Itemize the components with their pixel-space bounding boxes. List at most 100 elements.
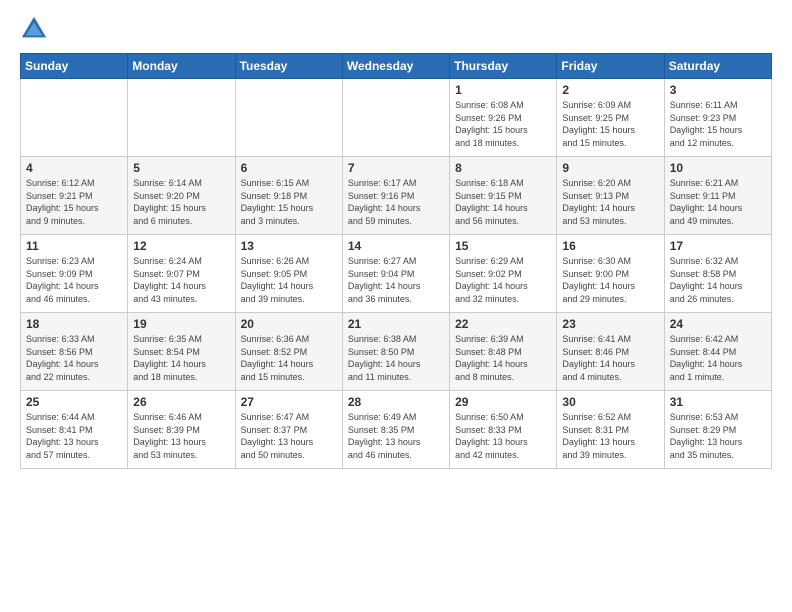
week-row-0: 1Sunrise: 6:08 AM Sunset: 9:26 PM Daylig… [21,79,772,157]
day-number: 6 [241,161,337,175]
day-cell: 29 Sunrise: 6:50 AM Sunset: 8:33 PM Dayli… [450,391,557,469]
header-cell-wednesday: Wednesday [342,54,449,79]
day-number: 17 [670,239,766,253]
day-info: Sunrise: 6:36 AM Sunset: 8:52 PM Dayligh… [241,333,337,383]
day-cell: 25Sunrise: 6:44 AM Sunset: 8:41 PM Dayli… [21,391,128,469]
day-number: 26 [133,395,229,409]
calendar-body: 1Sunrise: 6:08 AM Sunset: 9:26 PM Daylig… [21,79,772,469]
day-number: 13 [241,239,337,253]
day-cell: 13 Sunrise: 6:26 AM Sunset: 9:05 PM Dayli… [235,235,342,313]
day-number: 12 [133,239,229,253]
day-number: 14 [348,239,444,253]
day-cell: 5Sunrise: 6:14 AM Sunset: 9:20 PM Daylig… [128,157,235,235]
day-info: Sunrise: 6:50 AM Sunset: 8:33 PM Dayligh… [455,411,551,461]
day-number: 3 [670,83,766,97]
page: SundayMondayTuesdayWednesdayThursdayFrid… [0,0,792,612]
day-cell: 19Sunrise: 6:35 AM Sunset: 8:54 PM Dayli… [128,313,235,391]
day-number: 18 [26,317,122,331]
day-cell: 24 Sunrise: 6:42 AM Sunset: 8:44 PM Dayli… [664,313,771,391]
day-info: Sunrise: 6:33 AM Sunset: 8:56 PM Dayligh… [26,333,122,383]
day-number: 22 [455,317,551,331]
week-row-3: 18 Sunrise: 6:33 AM Sunset: 8:56 PM Dayli… [21,313,772,391]
day-cell: 10Sunrise: 6:21 AM Sunset: 9:11 PM Dayli… [664,157,771,235]
header [20,15,772,43]
day-number: 24 [670,317,766,331]
day-cell: 20 Sunrise: 6:36 AM Sunset: 8:52 PM Dayli… [235,313,342,391]
day-info: Sunrise: 6:11 AM Sunset: 9:23 PM Dayligh… [670,99,766,149]
day-info: Sunrise: 6:32 AM Sunset: 8:58 PM Dayligh… [670,255,766,305]
day-number: 28 [348,395,444,409]
day-number: 9 [562,161,658,175]
day-cell: 30 Sunrise: 6:52 AM Sunset: 8:31 PM Dayli… [557,391,664,469]
day-number: 21 [348,317,444,331]
day-info: Sunrise: 6:42 AM Sunset: 8:44 PM Dayligh… [670,333,766,383]
day-info: Sunrise: 6:23 AM Sunset: 9:09 PM Dayligh… [26,255,122,305]
day-info: Sunrise: 6:38 AM Sunset: 8:50 PM Dayligh… [348,333,444,383]
day-info: Sunrise: 6:12 AM Sunset: 9:21 PM Dayligh… [26,177,122,227]
day-cell: 27 Sunrise: 6:47 AM Sunset: 8:37 PM Dayli… [235,391,342,469]
day-number: 7 [348,161,444,175]
day-info: Sunrise: 6:17 AM Sunset: 9:16 PM Dayligh… [348,177,444,227]
day-cell [235,79,342,157]
header-cell-sunday: Sunday [21,54,128,79]
header-row: SundayMondayTuesdayWednesdayThursdayFrid… [21,54,772,79]
day-cell [128,79,235,157]
day-number: 25 [26,395,122,409]
day-number: 27 [241,395,337,409]
day-cell: 18 Sunrise: 6:33 AM Sunset: 8:56 PM Dayli… [21,313,128,391]
day-cell: 12 Sunrise: 6:24 AM Sunset: 9:07 PM Dayli… [128,235,235,313]
logo [20,15,52,43]
day-cell: 17 Sunrise: 6:32 AM Sunset: 8:58 PM Dayli… [664,235,771,313]
week-row-1: 4 Sunrise: 6:12 AM Sunset: 9:21 PM Daylig… [21,157,772,235]
day-number: 15 [455,239,551,253]
day-number: 10 [670,161,766,175]
day-info: Sunrise: 6:09 AM Sunset: 9:25 PM Dayligh… [562,99,658,149]
day-number: 1 [455,83,551,97]
day-info: Sunrise: 6:52 AM Sunset: 8:31 PM Dayligh… [562,411,658,461]
week-row-2: 11 Sunrise: 6:23 AM Sunset: 9:09 PM Dayli… [21,235,772,313]
week-row-4: 25Sunrise: 6:44 AM Sunset: 8:41 PM Dayli… [21,391,772,469]
day-cell: 22 Sunrise: 6:39 AM Sunset: 8:48 PM Dayli… [450,313,557,391]
day-info: Sunrise: 6:41 AM Sunset: 8:46 PM Dayligh… [562,333,658,383]
calendar-header: SundayMondayTuesdayWednesdayThursdayFrid… [21,54,772,79]
header-cell-monday: Monday [128,54,235,79]
day-number: 2 [562,83,658,97]
day-number: 20 [241,317,337,331]
day-number: 4 [26,161,122,175]
day-cell: 9 Sunrise: 6:20 AM Sunset: 9:13 PM Daylig… [557,157,664,235]
day-number: 11 [26,239,122,253]
day-cell: 8Sunrise: 6:18 AM Sunset: 9:15 PM Daylig… [450,157,557,235]
day-cell: 28 Sunrise: 6:49 AM Sunset: 8:35 PM Dayli… [342,391,449,469]
day-number: 30 [562,395,658,409]
day-number: 23 [562,317,658,331]
day-number: 31 [670,395,766,409]
day-cell: 31 Sunrise: 6:53 AM Sunset: 8:29 PM Dayli… [664,391,771,469]
day-cell: 7 Sunrise: 6:17 AM Sunset: 9:16 PM Daylig… [342,157,449,235]
day-cell [21,79,128,157]
day-info: Sunrise: 6:24 AM Sunset: 9:07 PM Dayligh… [133,255,229,305]
day-info: Sunrise: 6:35 AM Sunset: 8:54 PM Dayligh… [133,333,229,383]
day-number: 16 [562,239,658,253]
day-info: Sunrise: 6:39 AM Sunset: 8:48 PM Dayligh… [455,333,551,383]
day-number: 5 [133,161,229,175]
calendar-table: SundayMondayTuesdayWednesdayThursdayFrid… [20,53,772,469]
header-cell-saturday: Saturday [664,54,771,79]
header-cell-thursday: Thursday [450,54,557,79]
day-info: Sunrise: 6:49 AM Sunset: 8:35 PM Dayligh… [348,411,444,461]
day-info: Sunrise: 6:26 AM Sunset: 9:05 PM Dayligh… [241,255,337,305]
day-cell: 1Sunrise: 6:08 AM Sunset: 9:26 PM Daylig… [450,79,557,157]
day-cell [342,79,449,157]
day-info: Sunrise: 6:20 AM Sunset: 9:13 PM Dayligh… [562,177,658,227]
day-info: Sunrise: 6:15 AM Sunset: 9:18 PM Dayligh… [241,177,337,227]
day-info: Sunrise: 6:27 AM Sunset: 9:04 PM Dayligh… [348,255,444,305]
day-cell: 21 Sunrise: 6:38 AM Sunset: 8:50 PM Dayli… [342,313,449,391]
day-cell: 2 Sunrise: 6:09 AM Sunset: 9:25 PM Daylig… [557,79,664,157]
day-cell: 26Sunrise: 6:46 AM Sunset: 8:39 PM Dayli… [128,391,235,469]
day-number: 29 [455,395,551,409]
day-cell: 6 Sunrise: 6:15 AM Sunset: 9:18 PM Daylig… [235,157,342,235]
day-info: Sunrise: 6:53 AM Sunset: 8:29 PM Dayligh… [670,411,766,461]
day-info: Sunrise: 6:47 AM Sunset: 8:37 PM Dayligh… [241,411,337,461]
day-cell: 16Sunrise: 6:30 AM Sunset: 9:00 PM Dayli… [557,235,664,313]
header-cell-friday: Friday [557,54,664,79]
header-cell-tuesday: Tuesday [235,54,342,79]
